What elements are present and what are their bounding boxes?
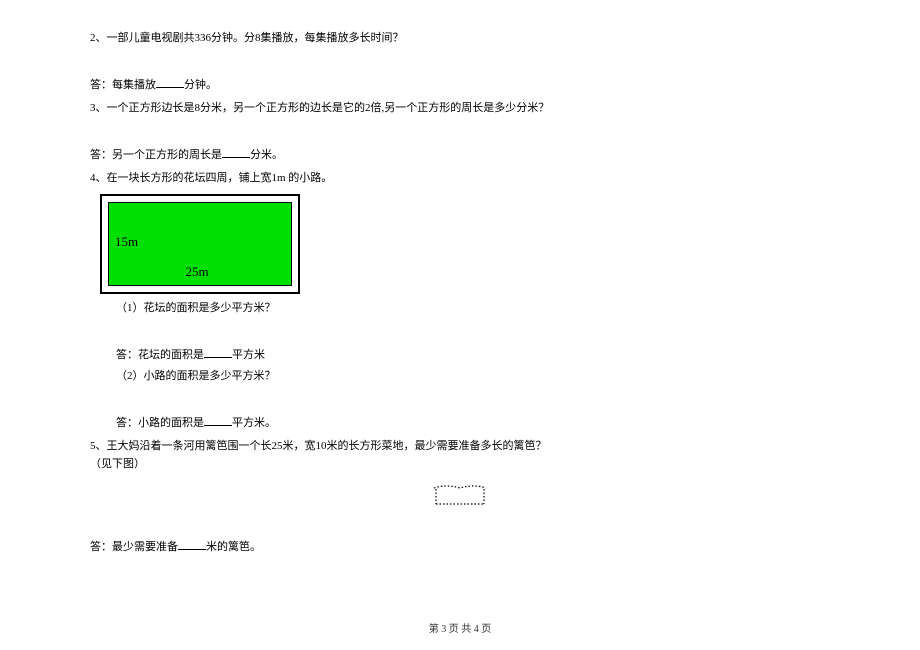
question-4-text: 4、在一块长方形的花坛四周，铺上宽1m 的小路。	[90, 170, 830, 188]
q5-blank[interactable]	[178, 538, 206, 550]
q5-answer-suffix: 米的篱笆。	[206, 541, 261, 553]
q2-answer-suffix: 分钟。	[184, 79, 217, 91]
q4-sub2-question: （2）小路的面积是多少平方米？	[90, 368, 830, 386]
dimension-height-label: 15m	[115, 232, 138, 253]
question-3: 3、一个正方形边长是8分米，另一个正方形的边长是它的2倍,另一个正方形的周长是多…	[90, 100, 830, 164]
q4-sub1-question: （1）花坛的面积是多少平方米？	[90, 300, 830, 318]
fence-diagram	[432, 482, 488, 510]
q4-sub2-answer-suffix: 平方米。	[232, 417, 276, 429]
page-footer: 第 3 页 共 4 页	[0, 622, 920, 638]
question-5-answer: 答：最少需要准备 米的篱笆。	[90, 538, 830, 557]
q3-answer-prefix: 答：另一个正方形的周长是	[90, 149, 222, 161]
question-5-see-below: （见下图）	[90, 456, 830, 474]
q5-answer-prefix: 答：最少需要准备	[90, 541, 178, 553]
dimension-width-label: 25m	[185, 262, 208, 283]
q2-blank[interactable]	[156, 76, 184, 88]
q4-sub1-blank[interactable]	[204, 346, 232, 358]
q4-sub2-answer-prefix: 答：小路的面积是	[116, 417, 204, 429]
question-4: 4、在一块长方形的花坛四周，铺上宽1m 的小路。 15m 25m （1）花坛的面…	[90, 170, 830, 432]
fence-top-wave	[434, 486, 486, 488]
q2-answer-prefix: 答：每集播放	[90, 79, 156, 91]
question-3-answer: 答：另一个正方形的周长是 分米。	[90, 146, 830, 165]
question-2: 2、一部儿童电视剧共336分钟。分8集播放，每集播放多长时间？ 答：每集播放 分钟…	[90, 30, 830, 94]
q4-sub1-answer-prefix: 答：花坛的面积是	[116, 349, 204, 361]
question-5-text: 5、王大妈沿着一条河用篱笆围一个长25米，宽10米的长方形菜地，最少需要准备多长…	[90, 438, 830, 456]
q4-sub1-answer-suffix: 平方米	[232, 349, 265, 361]
question-3-text: 3、一个正方形边长是8分米，另一个正方形的边长是它的2倍,另一个正方形的周长是多…	[90, 100, 830, 118]
garden-inner-rect: 15m 25m	[108, 202, 292, 286]
q3-answer-suffix: 分米。	[250, 149, 283, 161]
q4-sub1-answer: 答：花坛的面积是 平方米	[90, 346, 830, 365]
garden-diagram: 15m 25m	[100, 194, 300, 294]
question-2-text: 2、一部儿童电视剧共336分钟。分8集播放，每集播放多长时间？	[90, 30, 830, 48]
fence-svg	[432, 482, 488, 510]
q3-blank[interactable]	[222, 146, 250, 158]
question-2-answer: 答：每集播放 分钟。	[90, 76, 830, 95]
q4-sub2-answer: 答：小路的面积是 平方米。	[90, 414, 830, 433]
q4-sub2-blank[interactable]	[204, 414, 232, 426]
question-5: 5、王大妈沿着一条河用篱笆围一个长25米，宽10米的长方形菜地，最少需要准备多长…	[90, 438, 830, 556]
